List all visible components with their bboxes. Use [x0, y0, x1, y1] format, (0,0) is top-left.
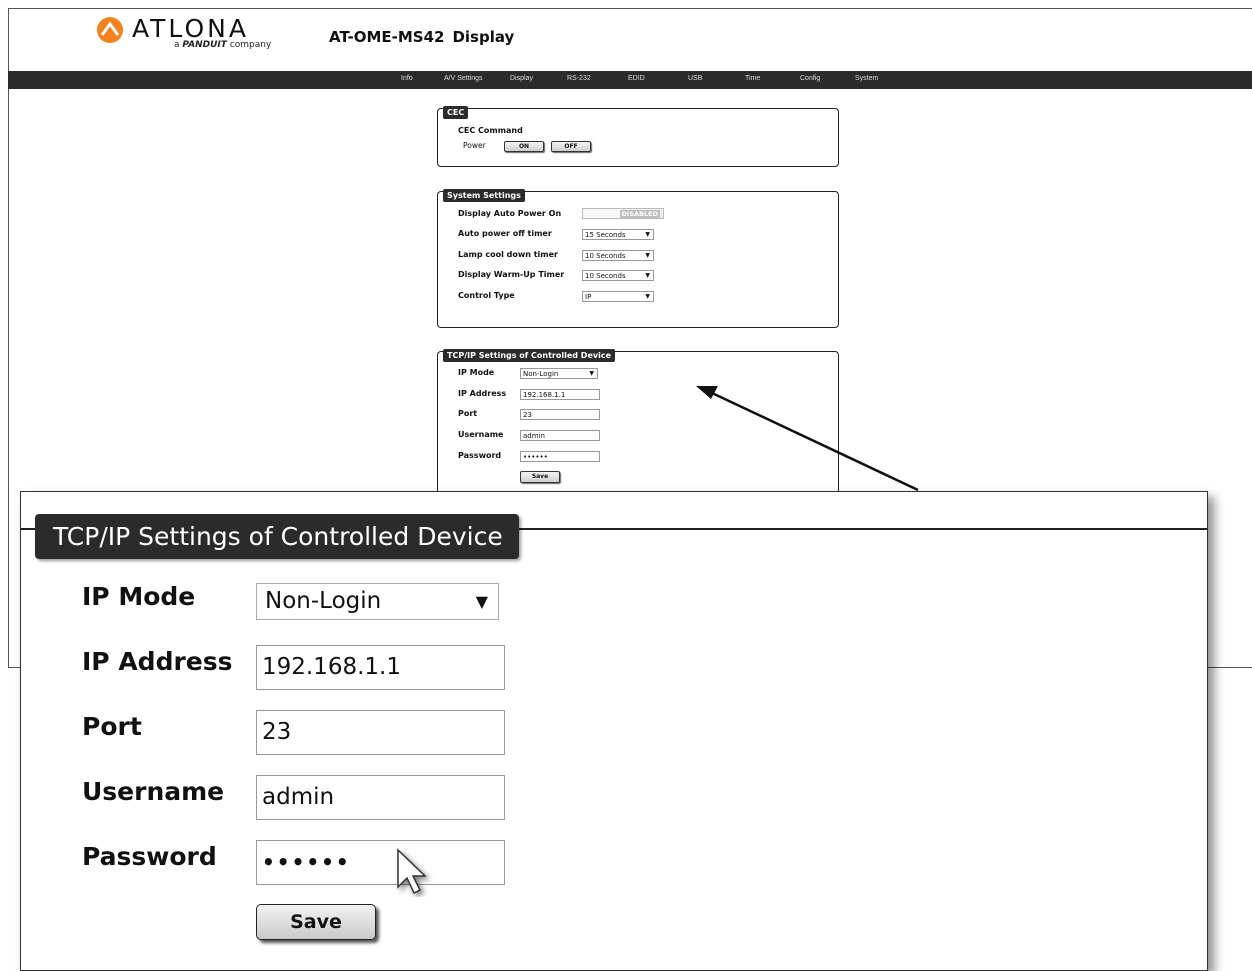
zoom-password-input[interactable]: ••••••: [256, 840, 505, 885]
top-navbar: Info A/V Settings Display RS-232 EDID US…: [8, 71, 1252, 89]
zoom-port-label: Port: [82, 712, 142, 741]
nav-config[interactable]: Config: [800, 75, 820, 82]
zoom-tcpip-title: TCP/IP Settings of Controlled Device: [35, 514, 519, 559]
nav-display[interactable]: Display: [510, 75, 533, 82]
port-input[interactable]: 23: [520, 409, 600, 420]
ip-mode-label: IP Mode: [458, 368, 495, 377]
dropdown-arrow-icon: ▼: [475, 592, 488, 611]
zoom-password-label: Password: [82, 842, 217, 871]
zoom-port-input[interactable]: 23: [256, 710, 505, 755]
tcpip-panel: TCP/IP Settings of Controlled Device: [437, 349, 839, 503]
warmup-label: Display Warm-Up Timer: [458, 270, 565, 279]
control-type-label: Control Type: [458, 291, 515, 300]
tcpip-panel-title: TCP/IP Settings of Controlled Device: [443, 349, 615, 362]
dropdown-arrow-icon: ▼: [645, 252, 650, 259]
cec-power-label: Power: [463, 141, 486, 150]
username-input[interactable]: admin: [520, 430, 600, 441]
logo-wordmark: ATLONA: [132, 14, 249, 43]
zoom-ip-mode-label: IP Mode: [82, 582, 196, 611]
dropdown-arrow-icon: ▼: [645, 272, 650, 279]
port-label: Port: [458, 409, 478, 418]
cec-power-off-button[interactable]: OFF: [551, 141, 591, 152]
zoom-callout: TCP/IP Settings of Controlled Device: [20, 491, 1208, 971]
password-input[interactable]: ••••••: [520, 451, 600, 462]
nav-rs232[interactable]: RS-232: [567, 75, 591, 82]
warmup-select[interactable]: 10 Seconds ▼: [582, 270, 654, 281]
ip-mode-select[interactable]: Non-Login ▼: [520, 368, 598, 379]
toggle-state: DISABLED: [619, 210, 660, 218]
auto-power-on-toggle[interactable]: DISABLED: [582, 208, 664, 219]
control-type-select[interactable]: IP ▼: [582, 291, 654, 302]
nav-time[interactable]: Time: [745, 75, 760, 82]
auto-power-off-select[interactable]: 15 Seconds ▼: [582, 229, 654, 240]
cec-panel-title: CEC: [443, 106, 469, 119]
lamp-cool-label: Lamp cool down timer: [458, 250, 558, 259]
username-label: Username: [458, 430, 504, 439]
auto-power-off-label: Auto power off timer: [458, 229, 552, 238]
zoom-ip-address-label: IP Address: [82, 647, 233, 676]
ip-address-label: IP Address: [458, 389, 507, 398]
atlona-logo: ATLONA a PANDUIT company: [96, 14, 276, 54]
nav-system[interactable]: System: [855, 75, 878, 82]
auto-power-on-label: Display Auto Power On: [458, 209, 562, 218]
zoom-ip-mode-select[interactable]: Non-Login ▼: [256, 583, 499, 620]
device-model: AT-OME-MS42: [329, 28, 445, 46]
dropdown-arrow-icon: ▼: [645, 231, 650, 238]
zoom-username-label: Username: [82, 777, 225, 806]
system-settings-title: System Settings: [443, 189, 525, 202]
zoom-username-input[interactable]: admin: [256, 775, 505, 820]
ip-address-input[interactable]: 192.168.1.1: [520, 389, 600, 400]
password-label: Password: [458, 451, 502, 460]
nav-av-settings[interactable]: A/V Settings: [444, 75, 483, 82]
cec-panel: CEC: [437, 106, 839, 167]
lamp-cool-select[interactable]: 10 Seconds ▼: [582, 250, 654, 261]
cec-power-on-button[interactable]: ON: [504, 141, 544, 152]
atlona-logo-icon: [97, 17, 123, 43]
cec-command-label: CEC Command: [458, 126, 523, 135]
zoom-ip-address-input[interactable]: 192.168.1.1: [256, 645, 505, 690]
save-button-small[interactable]: Save: [520, 471, 560, 483]
toggle-knob: [583, 209, 624, 218]
page-title: AT-OME-MS42 Display: [329, 28, 522, 46]
dropdown-arrow-icon: ▼: [589, 370, 594, 377]
nav-usb[interactable]: USB: [688, 75, 702, 82]
nav-edid[interactable]: EDID: [628, 75, 645, 82]
page-name: Display: [452, 28, 515, 46]
dropdown-arrow-icon: ▼: [645, 293, 650, 300]
nav-info[interactable]: Info: [401, 75, 413, 82]
mouse-pointer-icon: [397, 848, 427, 895]
save-button[interactable]: Save: [256, 904, 376, 940]
logo-tagline: a PANDUIT company: [174, 40, 272, 50]
